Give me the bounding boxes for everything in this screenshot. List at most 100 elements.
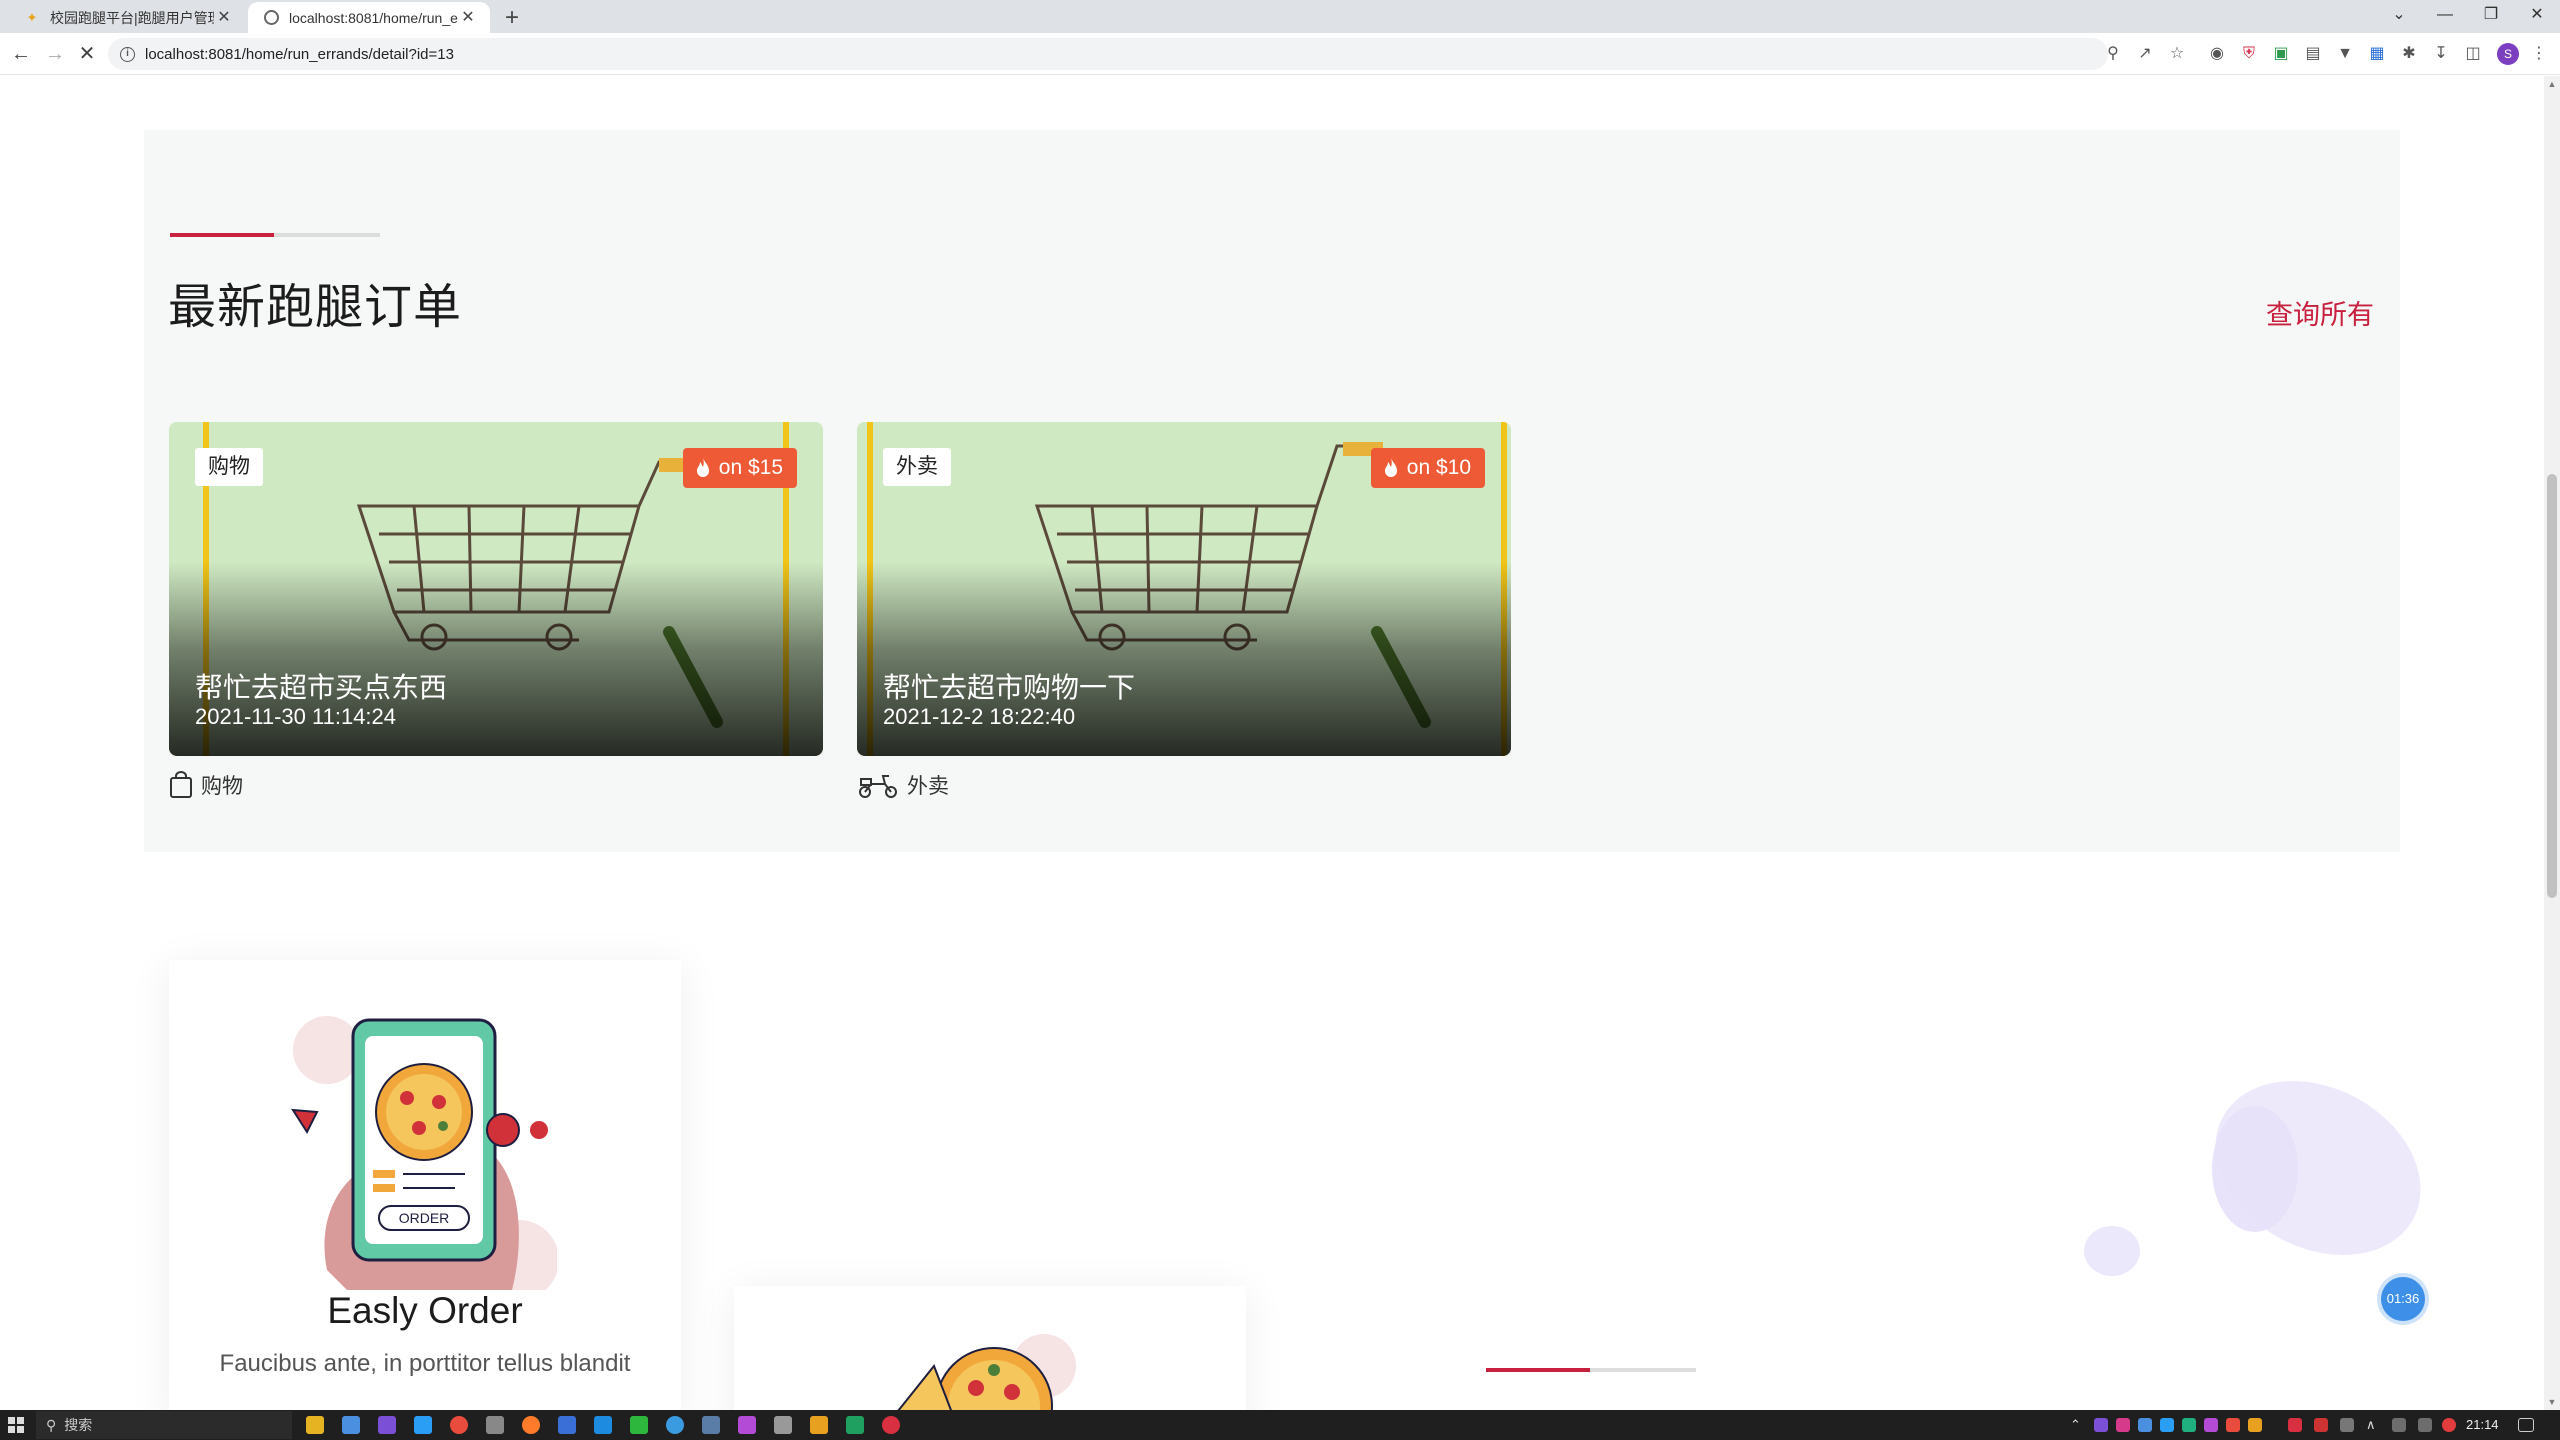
settings-icon[interactable] xyxy=(486,1416,504,1434)
tray-app-icon[interactable] xyxy=(2138,1418,2152,1432)
share-icon[interactable]: ↗ xyxy=(2134,43,2156,65)
new-tab-button[interactable]: + xyxy=(498,4,526,32)
decorative-blob xyxy=(2084,1226,2140,1276)
wechat-icon[interactable] xyxy=(630,1416,648,1434)
order-title[interactable]: 帮忙去超市购物一下 xyxy=(883,666,1135,706)
extension-icon[interactable]: ▤ xyxy=(2302,43,2324,65)
tab-run-errands[interactable]: localhost:8081/home/run_errands ✕ xyxy=(248,2,490,33)
app-icon[interactable] xyxy=(666,1416,684,1434)
tray-app-icon[interactable] xyxy=(2314,1418,2328,1432)
back-icon[interactable]: ← xyxy=(6,39,36,69)
app-icon[interactable] xyxy=(738,1416,756,1434)
filter-icon[interactable]: ▼ xyxy=(2334,43,2356,65)
scroll-down-icon[interactable]: ▼ xyxy=(2544,1394,2560,1410)
scooter-icon xyxy=(859,775,897,798)
scroll-up-icon[interactable]: ▲ xyxy=(2544,76,2560,92)
feature-card-easy-order: ORDER Easly Order Faucibus ante, in port… xyxy=(169,960,681,1410)
app-icon[interactable] xyxy=(342,1416,360,1434)
order-card[interactable]: 外卖 on $10 帮忙去超市购物一下 2021-12-2 18:22:40 xyxy=(857,422,1511,756)
feature-text: Faucibus ante, in porttitor tellus bland… xyxy=(219,1350,631,1377)
app-icon[interactable] xyxy=(882,1416,900,1434)
price-text: on $15 xyxy=(718,456,783,479)
app-icon[interactable] xyxy=(846,1416,864,1434)
feature-title: Easly Order xyxy=(327,1290,523,1331)
tray-app-icon[interactable] xyxy=(2182,1418,2196,1432)
puzzle-icon[interactable]: ✱ xyxy=(2398,43,2420,65)
taskbar-search[interactable]: ⚲ 搜索 xyxy=(36,1411,292,1439)
search-placeholder: 搜索 xyxy=(64,1417,93,1433)
view-all-link[interactable]: 查询所有 xyxy=(2266,293,2374,332)
translate-icon[interactable]: ▦ xyxy=(2366,43,2388,65)
download-icon[interactable]: ↧ xyxy=(2430,43,2452,65)
tray-chevron-icon[interactable]: ⌃ xyxy=(2070,1417,2081,1433)
tray-app-icon[interactable] xyxy=(2226,1418,2240,1432)
tray-app-icon[interactable] xyxy=(2116,1418,2130,1432)
star-icon[interactable]: ☆ xyxy=(2166,43,2188,65)
order-card[interactable]: 购物 on $15 帮忙去超市买点东西 2021-11-30 11:14:24 xyxy=(169,422,823,756)
address-bar[interactable]: i localhost:8081/home/run_errands/detail… xyxy=(108,38,2108,70)
app-icon[interactable] xyxy=(702,1416,720,1434)
app-icon[interactable] xyxy=(774,1416,792,1434)
page-viewport: 最新跑腿订单 查询所有 购物 on $15 帮忙去超市买点东西 2021-11-… xyxy=(0,76,2544,1410)
close-window-icon[interactable]: ✕ xyxy=(2514,0,2560,30)
forward-icon[interactable]: → xyxy=(40,39,70,69)
pizza-illustration xyxy=(897,1334,1076,1410)
tray-app-icon[interactable] xyxy=(2340,1418,2354,1432)
zoom-icon[interactable]: ⚲ xyxy=(2102,43,2124,65)
extension-icon[interactable]: ▣ xyxy=(2270,43,2292,65)
volume-icon[interactable] xyxy=(2418,1418,2432,1432)
tab-favicon-icon: ✦ xyxy=(26,9,38,25)
shield-icon[interactable]: ⛨ xyxy=(2238,43,2260,65)
notification-icon[interactable] xyxy=(2518,1418,2534,1432)
tray-app-icon[interactable] xyxy=(2160,1418,2174,1432)
tab-search-icon[interactable]: ⌄ xyxy=(2376,0,2422,30)
close-tab-icon[interactable]: ✕ xyxy=(214,8,234,28)
minimize-icon[interactable]: — xyxy=(2422,0,2468,30)
app-icon[interactable] xyxy=(594,1416,612,1434)
network-icon[interactable] xyxy=(2392,1418,2406,1432)
price-text: on $10 xyxy=(1406,456,1471,479)
antivirus-icon[interactable] xyxy=(2442,1418,2456,1432)
price-badge: on $15 xyxy=(682,448,797,488)
sidepanel-icon[interactable]: ◫ xyxy=(2462,43,2484,65)
timer-badge[interactable]: 01:36 xyxy=(2381,1277,2425,1321)
browser-toolbar: ← → ✕ i localhost:8081/home/run_errands/… xyxy=(0,33,2560,75)
section-accent-bar xyxy=(170,233,380,237)
tray-app-icon[interactable] xyxy=(2248,1418,2262,1432)
restore-icon[interactable]: ❐ xyxy=(2468,0,2514,30)
order-title[interactable]: 帮忙去超市买点东西 xyxy=(195,666,447,706)
latest-orders-section: 最新跑腿订单 查询所有 购物 on $15 帮忙去超市买点东西 2021-11-… xyxy=(144,130,2400,852)
app-icon[interactable] xyxy=(378,1416,396,1434)
stop-loading-icon[interactable]: ✕ xyxy=(72,39,102,69)
tab-title: localhost:8081/home/run_errands xyxy=(289,9,458,26)
tray-app-icon[interactable] xyxy=(2288,1418,2302,1432)
scrollbar-thumb[interactable] xyxy=(2547,474,2557,898)
app-icon[interactable] xyxy=(414,1416,432,1434)
profile-avatar[interactable]: S xyxy=(2497,43,2519,65)
chrome-icon[interactable] xyxy=(450,1416,468,1434)
tab-title: 校园跑腿平台|跑腿用户管理-跑腿 xyxy=(50,9,214,26)
firefox-icon[interactable] xyxy=(522,1416,540,1434)
taskbar-clock[interactable]: 21:14 xyxy=(2466,1417,2499,1432)
input-method-icon[interactable]: ∧ xyxy=(2366,1417,2376,1433)
menu-icon[interactable]: ⋮ xyxy=(2528,43,2550,65)
app-icon[interactable] xyxy=(558,1416,576,1434)
app-icon[interactable] xyxy=(810,1416,828,1434)
site-info-icon[interactable]: i xyxy=(120,46,135,62)
tab-admin[interactable]: ✦ 校园跑腿平台|跑腿用户管理-跑腿 ✕ xyxy=(8,2,246,33)
shopping-bag-icon xyxy=(170,771,192,798)
close-tab-icon[interactable]: ✕ xyxy=(458,8,478,28)
order-label: ORDER xyxy=(399,1210,450,1226)
tray-app-icon[interactable] xyxy=(2094,1418,2108,1432)
file-explorer-icon[interactable] xyxy=(306,1416,324,1434)
phone-order-illustration: ORDER xyxy=(291,1016,557,1290)
order-tag: 购物 xyxy=(195,448,263,486)
search-icon: ⚲ xyxy=(46,1416,57,1433)
windows-start-icon[interactable] xyxy=(8,1417,24,1433)
page-scrollbar[interactable]: ▲ ▼ xyxy=(2544,76,2560,1410)
camera-icon[interactable]: ◉ xyxy=(2206,43,2228,65)
category-label: 外卖 xyxy=(907,775,949,798)
os-taskbar: ⚲ 搜索 ⌃ ∧ 21:14 xyxy=(0,1410,2560,1440)
tray-app-icon[interactable] xyxy=(2204,1418,2218,1432)
order-tag: 外卖 xyxy=(883,448,951,486)
